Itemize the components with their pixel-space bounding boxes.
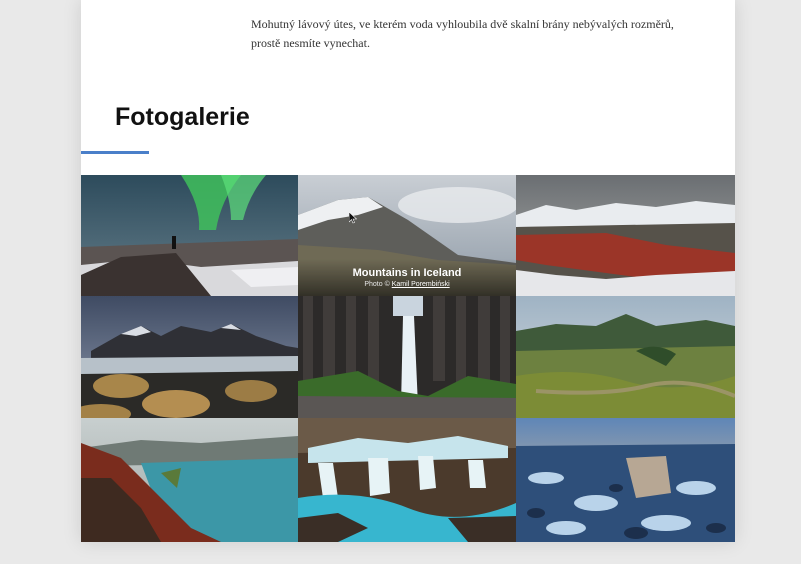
gallery-photo-svartifoss[interactable]: [298, 296, 516, 418]
svartifoss-photo: [298, 296, 516, 418]
crater-lake-photo: [81, 418, 298, 542]
glacier-lagoon-photo: [516, 418, 735, 542]
section-title: Fotogalerie: [115, 103, 250, 131]
vestrahorn-photo: [81, 296, 298, 418]
intro-paragraph: Mohutný lávový útes, ve kterém voda vyhl…: [251, 17, 674, 50]
gallery-photo-mountains-featured[interactable]: Mountains in Iceland Photo © Kamil Porem…: [298, 175, 516, 296]
caption-title: Mountains in Iceland: [352, 267, 462, 279]
gallery-photo-highlands[interactable]: [516, 296, 735, 418]
cascades-photo: [298, 418, 516, 542]
caption-credit: Photo © Kamil Porembiński: [298, 281, 516, 288]
gallery-photo-vestrahorn[interactable]: [81, 296, 298, 418]
photo-gallery: Mountains in Iceland Photo © Kamil Porem…: [81, 175, 735, 542]
gallery-photo-crater-lake[interactable]: [81, 418, 298, 542]
credit-prefix: Photo ©: [364, 281, 392, 288]
highlands-photo: [516, 296, 735, 418]
credit-author-link[interactable]: Kamil Porembiński: [392, 281, 450, 288]
aurora-photo: [81, 175, 298, 296]
content-card: Mohutný lávový útes, ve kterém voda vyhl…: [81, 0, 735, 542]
gallery-photo-cascades[interactable]: [298, 418, 516, 542]
gallery-photo-red-valley[interactable]: [516, 175, 735, 296]
photo-caption: Mountains in Iceland Photo © Kamil Porem…: [298, 259, 516, 296]
gallery-photo-aurora[interactable]: [81, 175, 298, 296]
mouse-cursor-icon: [349, 212, 357, 224]
gallery-photo-glacier-lagoon[interactable]: [516, 418, 735, 542]
red-valley-photo: [516, 175, 735, 296]
title-underline: [81, 151, 149, 154]
